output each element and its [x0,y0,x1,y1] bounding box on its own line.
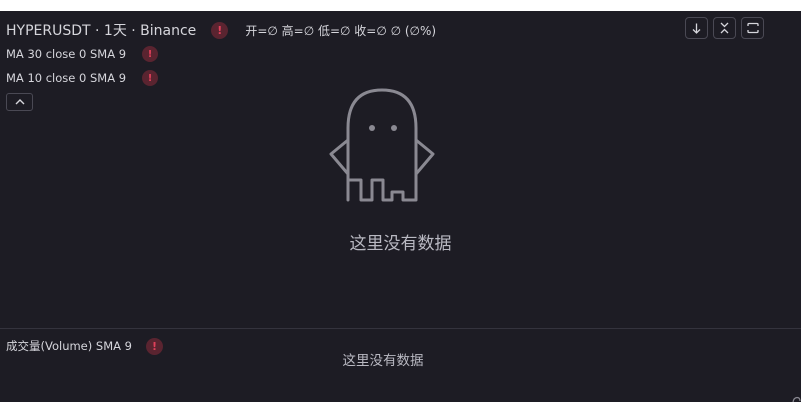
symbol-title[interactable]: HYPERUSDT · 1天 · Binance [6,20,196,40]
maximize-icon [746,22,759,34]
volume-no-data-message: 这里没有数据 [342,353,424,369]
indicator-warning-icon[interactable]: ! [142,46,159,62]
no-data-ghost-icon [329,88,435,202]
corner-settings-icon[interactable] [790,395,801,402]
ohlc-values: 开=∅ 高=∅ 低=∅ 收=∅ ∅ (∅%) [245,23,437,38]
indicator-row-ma10[interactable]: MA 10 close 0 SMA 9 ! [6,69,159,87]
no-data-message: 这里没有数据 [349,234,452,254]
collapse-legend-button[interactable] [6,93,33,111]
main-price-pane[interactable]: HYPERUSDT · 1天 · Binance ! 开=∅ 高=∅ 低=∅ 收… [0,11,801,328]
collapse-pane-button[interactable] [713,17,736,39]
symbol-warning-icon[interactable]: ! [211,21,229,39]
chart-container: HYPERUSDT · 1天 · Binance ! 开=∅ 高=∅ 低=∅ 收… [0,11,801,402]
chevron-up-icon [15,99,24,105]
indicator-label[interactable]: MA 30 close 0 SMA 9 [6,47,126,61]
maximize-pane-button[interactable] [741,17,764,39]
indicator-label[interactable]: MA 10 close 0 SMA 9 [6,71,126,85]
collapse-icon [720,22,729,34]
volume-pane[interactable]: 成交量(Volume) SMA 9 ! 这里没有数据 [0,329,801,402]
scroll-down-button[interactable] [685,17,708,39]
indicator-row-ma30[interactable]: MA 30 close 0 SMA 9 ! [6,45,159,63]
arrow-down-icon [692,23,701,34]
symbol-legend: HYPERUSDT · 1天 · Binance ! 开=∅ 高=∅ 低=∅ 收… [6,19,436,41]
indicator-warning-icon[interactable]: ! [142,70,159,86]
